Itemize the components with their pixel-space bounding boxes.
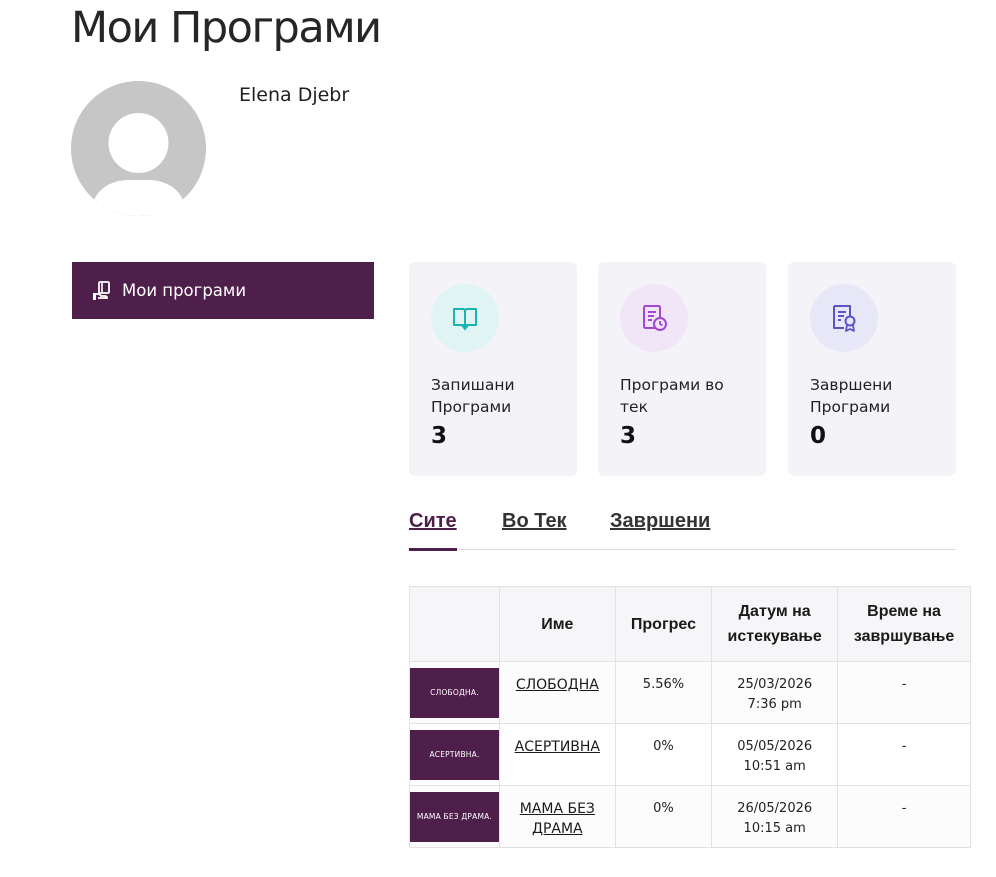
course-link[interactable]: СЛОБОДНА <box>516 677 599 693</box>
avatar <box>71 81 206 216</box>
expiry-cell: 26/05/2026 10:15 am <box>711 785 839 848</box>
sidebar-item-my-programs[interactable]: Мои програми <box>72 262 374 319</box>
course-link[interactable]: АСЕРТИВНА <box>515 739 600 755</box>
open-book-icon <box>431 284 499 352</box>
progress-cell: 5.56% <box>614 661 713 724</box>
progress-cell: 0% <box>614 723 713 786</box>
course-link[interactable]: МАМА БЕЗ ДРАМА <box>517 799 597 839</box>
column-header-name: Име <box>499 586 616 662</box>
stat-card-completed: Завршени Програми 0 <box>788 262 956 476</box>
column-header-progress: Прогрес <box>614 586 713 662</box>
column-header-thumbnail <box>409 586 500 662</box>
stat-label: Програми во тек <box>620 376 724 416</box>
column-header-completed-text: Време на завршување <box>853 603 955 645</box>
tab-in-progress[interactable]: Во Тек <box>502 510 567 550</box>
table-row: СЛОБОДНА. СЛОБОДНА 5.56% 25/03/2026 7:36… <box>409 661 971 724</box>
expiry-text: 25/03/2026 7:36 pm <box>737 677 813 712</box>
tab-completed[interactable]: Завршени <box>610 510 710 550</box>
course-thumbnail[interactable]: СЛОБОДНА. <box>410 667 499 718</box>
table-row: МАМА БЕЗ ДРАМА. МАМА БЕЗ ДРАМА 0% 26/05/… <box>409 785 971 848</box>
course-name-cell: СЛОБОДНА <box>499 661 616 724</box>
expiry-cell: 05/05/2026 10:51 am <box>711 723 839 786</box>
thumbnail-cell: СЛОБОДНА. <box>409 661 500 724</box>
course-name-cell: АСЕРТИВНА <box>499 723 616 786</box>
completed-cell: - <box>837 785 971 848</box>
completed-cell: - <box>837 723 971 786</box>
course-tabs: Сите Во Тек Завршени <box>409 508 956 551</box>
user-name: Elena Djebr <box>239 84 350 106</box>
user-silhouette-icon <box>71 81 206 216</box>
course-thumbnail[interactable]: АСЕРТИВНА. <box>410 729 499 780</box>
expiry-text: 26/05/2026 10:15 am <box>737 801 813 836</box>
stat-card-enrolled: Запишани Програми 3 <box>409 262 577 476</box>
thumbnail-cell: МАМА БЕЗ ДРАМА. <box>409 785 500 848</box>
thumbnail-cell: АСЕРТИВНА. <box>409 723 500 786</box>
stat-value: 3 <box>620 423 637 449</box>
certificate-icon <box>810 284 878 352</box>
progress-cell: 0% <box>614 785 713 848</box>
expiry-cell: 25/03/2026 7:36 pm <box>711 661 839 724</box>
tab-all[interactable]: Сите <box>409 510 457 551</box>
hand-book-icon <box>92 280 114 302</box>
stat-value: 3 <box>431 423 448 449</box>
courses-table: Име Прогрес Датум на истекување Време на… <box>409 586 971 848</box>
course-name-cell: МАМА БЕЗ ДРАМА <box>499 785 616 848</box>
page-title: Мои Програми <box>71 3 382 53</box>
completed-cell: - <box>837 661 971 724</box>
column-header-completed: Време на завршување <box>837 586 971 662</box>
expiry-text: 05/05/2026 10:51 am <box>737 739 813 774</box>
column-header-expiry: Датум на истекување <box>711 586 839 662</box>
table-row: АСЕРТИВНА. АСЕРТИВНА 0% 05/05/2026 10:51… <box>409 723 971 786</box>
stat-label: Запишани Програми <box>431 376 515 416</box>
sidebar-item-label: Мои програми <box>122 281 247 300</box>
course-thumbnail[interactable]: МАМА БЕЗ ДРАМА. <box>410 791 499 842</box>
stat-label: Завршени Програми <box>810 376 893 416</box>
table-header-row: Име Прогрес Датум на истекување Време на… <box>409 586 971 662</box>
document-clock-icon <box>620 284 688 352</box>
column-header-expiry-text: Датум на истекување <box>727 603 822 645</box>
stat-value: 0 <box>810 423 827 449</box>
stat-card-in-progress: Програми во тек 3 <box>598 262 766 476</box>
